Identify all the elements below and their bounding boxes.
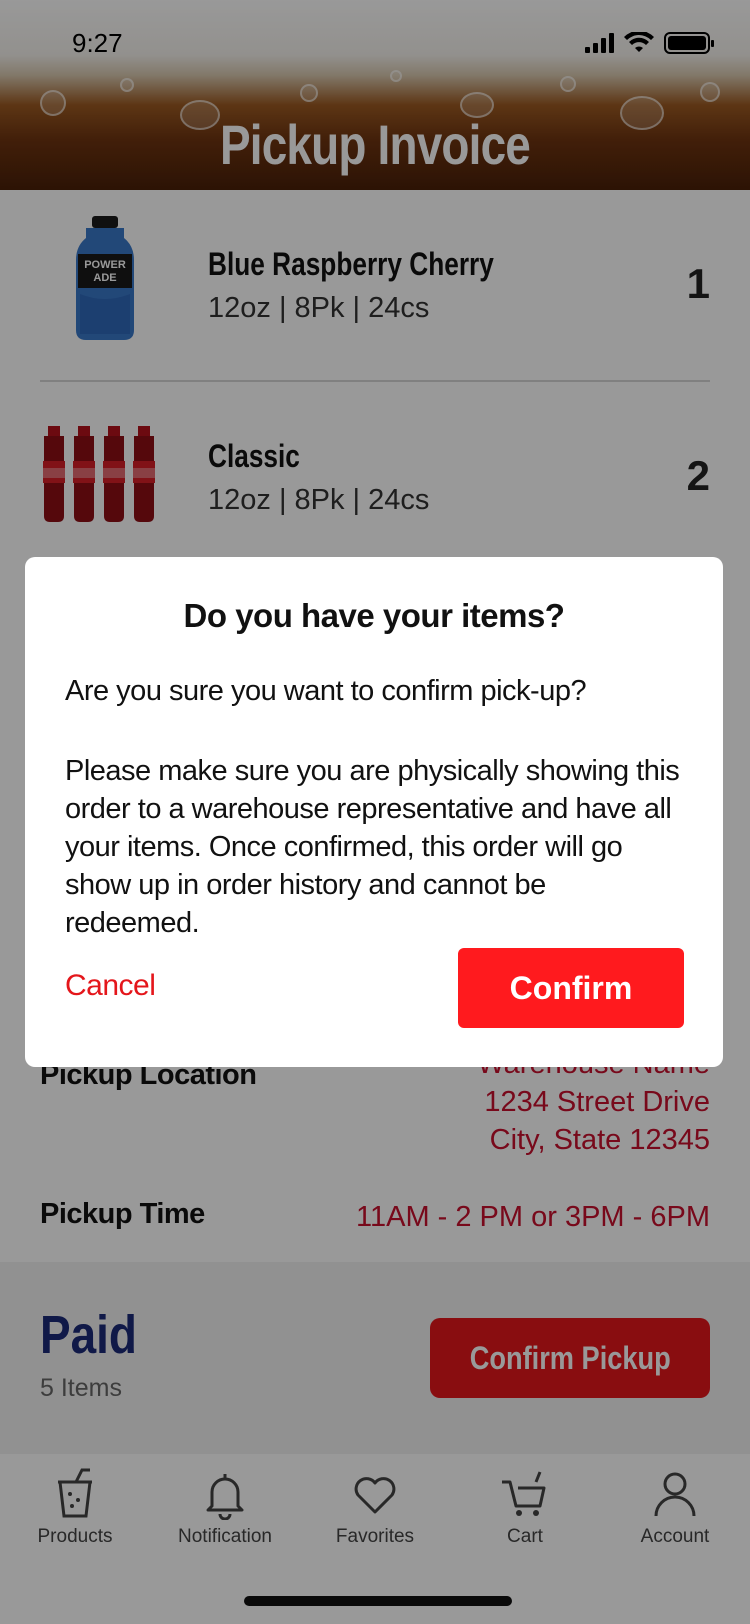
confirm-button[interactable]: Confirm bbox=[458, 948, 684, 1028]
dialog-title: Do you have your items? bbox=[183, 597, 565, 634]
cancel-button[interactable]: Cancel bbox=[65, 969, 156, 1003]
dialog-question: Are you sure you want to confirm pick-up… bbox=[65, 675, 587, 707]
confirm-pickup-dialog: Do you have your items? Are you sure you… bbox=[25, 557, 723, 1067]
dialog-message: Please make sure you are physically show… bbox=[65, 755, 680, 939]
pickup-invoice-screen: 9:27 Pickup Invoice POWER ADE Blue Raspb… bbox=[0, 0, 750, 1624]
